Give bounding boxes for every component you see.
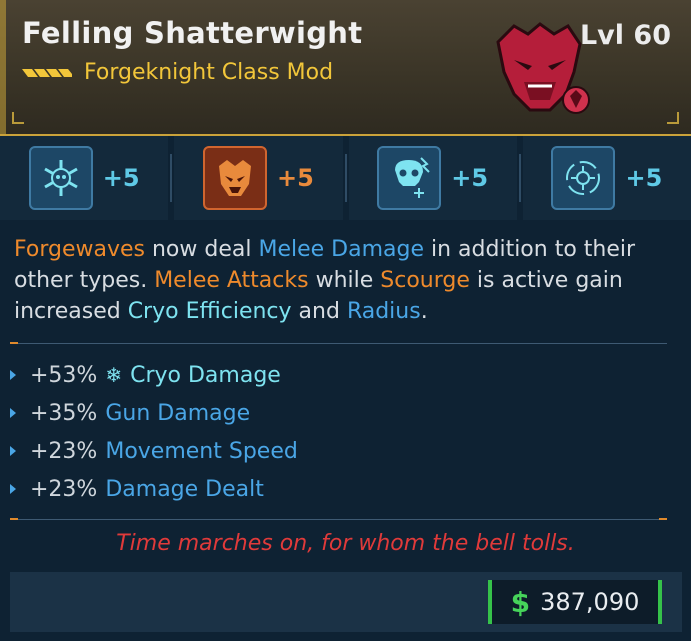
- separator-tick: [10, 518, 18, 520]
- stat-row: +53% ❄ Cryo Damage: [10, 356, 670, 394]
- keyword: Forgewaves: [14, 237, 145, 262]
- stat-name: Cryo Damage: [130, 362, 281, 388]
- rarity-chevrons-icon: [22, 68, 72, 77]
- keyword: Scourge: [380, 268, 470, 293]
- demon-face-icon: [202, 146, 267, 210]
- skill-bonus-row: +5 +5 +5 +5: [0, 136, 691, 220]
- skill-bonus-value: +5: [625, 164, 663, 192]
- item-card: Felling Shatterwight Forgeknight Class M…: [0, 0, 691, 641]
- corner-mark: [667, 112, 679, 124]
- separator-tick: [10, 342, 18, 344]
- rarity-row: Forgeknight Class Mod: [22, 60, 333, 85]
- flavor-text: Time marches on, for whom the bell tolls…: [116, 531, 575, 556]
- separator: [10, 518, 667, 520]
- corner-mark: [12, 112, 24, 124]
- keyword: Radius: [346, 299, 421, 324]
- item-description: Forgewaves now deal Melee Damage in addi…: [14, 234, 680, 327]
- bullet-icon: [10, 484, 16, 494]
- stat-name: Damage Dealt: [105, 476, 264, 502]
- item-title: Felling Shatterwight: [22, 16, 363, 50]
- skill-bonus-value: +5: [102, 164, 140, 192]
- description-text: while: [308, 268, 381, 293]
- stat-value: +35%: [30, 400, 98, 426]
- snowflake-icon: ❄: [105, 363, 123, 387]
- divider: [344, 154, 347, 202]
- description-text: and: [291, 299, 347, 324]
- header-edge: [0, 0, 6, 134]
- bullet-icon: [10, 446, 16, 456]
- skill-bonus-1[interactable]: +5: [0, 136, 173, 220]
- item-header: Felling Shatterwight Forgeknight Class M…: [0, 0, 691, 136]
- class-mod-label: Forgeknight Class Mod: [84, 60, 334, 85]
- stat-list: +53% ❄ Cryo Damage +35% Gun Damage +23% …: [10, 356, 670, 508]
- stat-row: +35% Gun Damage: [10, 394, 670, 432]
- bullet-icon: [10, 370, 16, 380]
- skill-bonus-value: +5: [276, 164, 314, 192]
- skull-frost-icon: [377, 146, 442, 210]
- price-amount: 387,090: [540, 588, 640, 616]
- separator-tick: [659, 518, 667, 520]
- divider: [518, 154, 521, 202]
- price-bar: $ 387,090: [10, 572, 682, 632]
- forgeknight-portrait-icon: [496, 22, 590, 114]
- skill-bonus-4[interactable]: +5: [522, 136, 691, 220]
- stat-value: +23%: [30, 476, 98, 502]
- price-tag: $ 387,090: [488, 580, 662, 624]
- dollar-icon: $: [510, 585, 531, 619]
- stat-value: +23%: [30, 438, 98, 464]
- description-text: now deal: [144, 237, 259, 262]
- skill-bonus-value: +5: [451, 164, 489, 192]
- keyword: Cryo Efficiency: [127, 299, 292, 324]
- stat-name: Gun Damage: [105, 400, 251, 426]
- skill-bonus-2[interactable]: +5: [174, 136, 347, 220]
- stat-name: Movement Speed: [105, 438, 298, 464]
- stat-row: +23% Movement Speed: [10, 432, 670, 470]
- stat-value: +53%: [30, 362, 98, 388]
- target-rotate-icon: [551, 146, 616, 210]
- stat-row: +23% Damage Dealt: [10, 470, 670, 508]
- keyword: Melee Attacks: [154, 268, 309, 293]
- skull-snowflake-icon: [28, 146, 93, 210]
- bullet-icon: [10, 408, 16, 418]
- skill-bonus-3[interactable]: +5: [348, 136, 521, 220]
- keyword: Melee Damage: [258, 237, 424, 262]
- divider: [170, 154, 173, 202]
- description-text: .: [420, 299, 428, 324]
- separator: [10, 342, 667, 344]
